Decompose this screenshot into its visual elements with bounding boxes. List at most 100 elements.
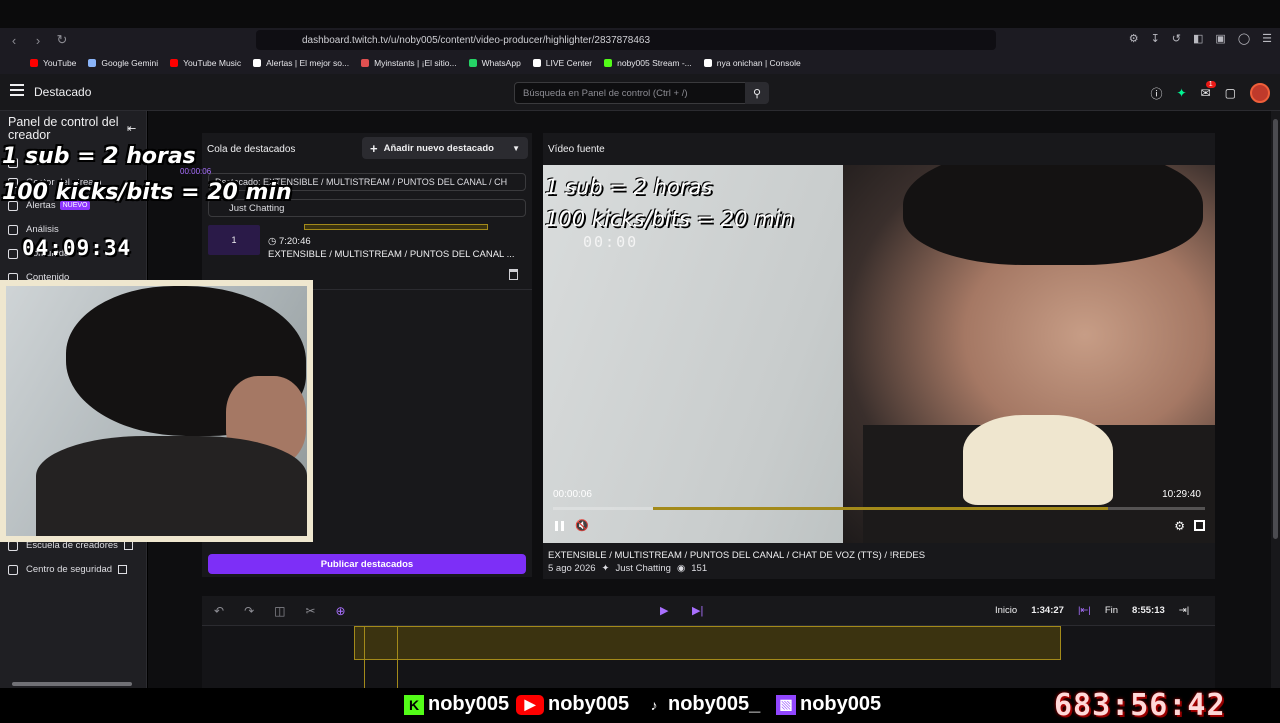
set-start-icon[interactable]: |⇤| — [1078, 605, 1091, 616]
browser-toolbar: ‹ › ↻ dashboard.twitch.tv/u/noby005/cont… — [0, 28, 1280, 52]
publish-button[interactable]: Publicar destacados — [208, 554, 526, 574]
video-frame-collar — [963, 415, 1113, 505]
bookmark[interactable]: noby005 Stream -... — [604, 58, 692, 68]
wallet-icon[interactable]: ▣ — [1215, 32, 1225, 45]
gear-icon[interactable]: ⚙ — [1174, 519, 1185, 533]
shield-icon[interactable]: ◯ — [1238, 32, 1250, 45]
alerts-icon — [253, 59, 262, 67]
webcam-feed — [6, 286, 307, 536]
tiktok-icon — [532, 59, 541, 67]
play-icon[interactable]: ▶ — [660, 604, 668, 617]
dashboard-header: Destacado Búsqueda en Panel de control (… — [0, 74, 1280, 111]
back-icon[interactable]: ‹ — [4, 30, 24, 50]
sidebar-item-analytics[interactable]: Análisis — [8, 224, 59, 235]
download-icon[interactable]: ↧ — [1151, 32, 1160, 45]
notification-badge: 1 — [1205, 81, 1216, 88]
seek-bar[interactable] — [553, 507, 1205, 510]
search-icon[interactable]: ⚲ — [745, 82, 769, 104]
bookmark[interactable]: YouTube Music — [170, 58, 241, 68]
help-icon[interactable]: ⓘ — [1151, 85, 1163, 102]
start-time[interactable]: 1:34:27 — [1031, 605, 1064, 616]
video-overlay-text: 1 sub = 2 horas — [545, 175, 713, 199]
queue-title: Cola de destacados — [207, 144, 296, 155]
sidebar-item-label: Centro de seguridad — [26, 564, 113, 575]
scissors-icon[interactable]: ✂ — [305, 604, 315, 618]
whatsapp-icon — [468, 59, 477, 67]
tiktok-icon: ♪ — [650, 696, 658, 713]
browser-tab-strip — [0, 0, 1280, 30]
bookmarks-bar: YouTube Google Gemini YouTube Music Aler… — [0, 52, 1280, 74]
hamburger-menu-icon[interactable] — [10, 84, 24, 96]
scrollbar-thumb[interactable] — [1273, 119, 1278, 539]
timeline-track[interactable] — [202, 626, 1215, 688]
bits-icon[interactable]: ✦ — [1177, 86, 1187, 100]
youtube-music-icon — [170, 59, 179, 67]
bookmark-label: Myinstants | ¡El sitio... — [374, 58, 457, 68]
video-views: 151 — [691, 563, 708, 574]
bookmark-label: Google Gemini — [101, 58, 159, 68]
webcam-body — [36, 436, 307, 536]
add-highlight-label: Añadir nuevo destacado — [383, 142, 494, 154]
bookmark[interactable]: LIVE Center — [532, 58, 592, 68]
redo-icon[interactable]: ↷ — [244, 604, 254, 618]
bookmark[interactable]: nya onichan | Console — [703, 58, 801, 68]
bookmark-label: YouTube Music — [183, 58, 242, 68]
fullscreen-icon[interactable] — [1194, 520, 1205, 531]
url-bar[interactable]: dashboard.twitch.tv/u/noby005/content/vi… — [256, 30, 996, 50]
seek-bar-selection — [653, 507, 1108, 510]
mute-icon[interactable]: 🔇 — [575, 519, 589, 532]
sidebar-icon[interactable]: ◧ — [1193, 32, 1203, 45]
bookmark[interactable]: Google Gemini — [88, 58, 158, 68]
sidebar-scrollbar[interactable] — [12, 682, 132, 686]
step-to-end-icon[interactable]: ▶| — [692, 604, 703, 617]
extension-icon[interactable]: ⚙ — [1129, 32, 1139, 45]
bookmark[interactable]: Myinstants | ¡El sitio... — [361, 58, 457, 68]
subathon-counter: 683:56:42 — [1054, 688, 1226, 723]
social-kick: Knoby005 — [404, 693, 509, 716]
video-category[interactable]: Just Chatting — [616, 563, 671, 574]
search-input[interactable]: Búsqueda en Panel de control (Ctrl + /) — [514, 82, 768, 104]
end-time[interactable]: 8:55:13 — [1132, 605, 1165, 616]
social-twitch: ▧ noby005 — [776, 693, 881, 716]
inbox-icon[interactable]: ✉ 1 — [1201, 81, 1216, 100]
highlight-clip[interactable] — [354, 626, 1061, 660]
plus-icon: + — [370, 140, 378, 156]
undo-icon[interactable]: ↶ — [214, 604, 224, 618]
whispers-icon[interactable]: ▢ — [1225, 86, 1236, 100]
social-handle: noby005 — [428, 693, 510, 715]
highlight-name: EXTENSIBLE / MULTISTREAM / PUNTOS DEL CA… — [268, 249, 515, 260]
webcam-overlay — [0, 280, 313, 542]
duration: 10:29:40 — [1162, 489, 1201, 500]
bookmark-label: YouTube — [43, 58, 77, 68]
pause-icon[interactable] — [555, 521, 564, 531]
collapse-sidebar-icon[interactable]: ⇤ — [127, 122, 136, 135]
page-scrollbar[interactable] — [1271, 111, 1280, 688]
bookmark[interactable]: WhatsApp — [468, 58, 521, 68]
social-strip: Knoby005 ▶ noby005 ♪ noby005_ ▧ noby005 683… — [0, 688, 1280, 723]
highlight-duration-value: 7:20:46 — [278, 236, 311, 247]
menu-icon[interactable]: ☰ — [1262, 32, 1272, 45]
myinstants-icon — [361, 59, 370, 67]
bookmark[interactable]: YouTube — [30, 58, 76, 68]
external-link-icon — [118, 565, 128, 574]
add-clip-icon[interactable]: ⊕ — [336, 604, 346, 618]
highlight-range-bar — [304, 224, 488, 230]
video-player[interactable]: 1 sub = 2 horas 100 kicks/bits = 20 min … — [543, 165, 1215, 543]
sidebar-item-safety-center[interactable]: Centro de seguridad — [8, 564, 128, 575]
playhead-handle[interactable] — [364, 626, 398, 688]
social-tiktok: ♪ noby005_ — [644, 693, 761, 716]
forward-icon[interactable]: › — [28, 30, 48, 50]
bookmark[interactable]: Alertas | El mejor so... — [253, 58, 349, 68]
add-highlight-button[interactable]: + Añadir nuevo destacado ▼ — [362, 137, 528, 159]
history-icon[interactable]: ↺ — [1172, 32, 1181, 45]
set-end-icon[interactable]: ⇥| — [1179, 605, 1189, 616]
trash-icon[interactable] — [509, 269, 518, 280]
category-icon: ✦ — [601, 563, 610, 574]
list-item[interactable]: 1 ◷ 7:20:46 EXTENSIBLE / MULTISTREAM / P… — [208, 223, 526, 280]
views-icon: ◉ — [676, 563, 686, 574]
trash-icon[interactable]: ◫ — [274, 604, 285, 618]
community-icon — [8, 248, 18, 259]
reload-icon[interactable]: ↻ — [52, 30, 72, 50]
avatar[interactable] — [1250, 83, 1270, 103]
chevron-down-icon[interactable]: ▼ — [512, 144, 520, 153]
